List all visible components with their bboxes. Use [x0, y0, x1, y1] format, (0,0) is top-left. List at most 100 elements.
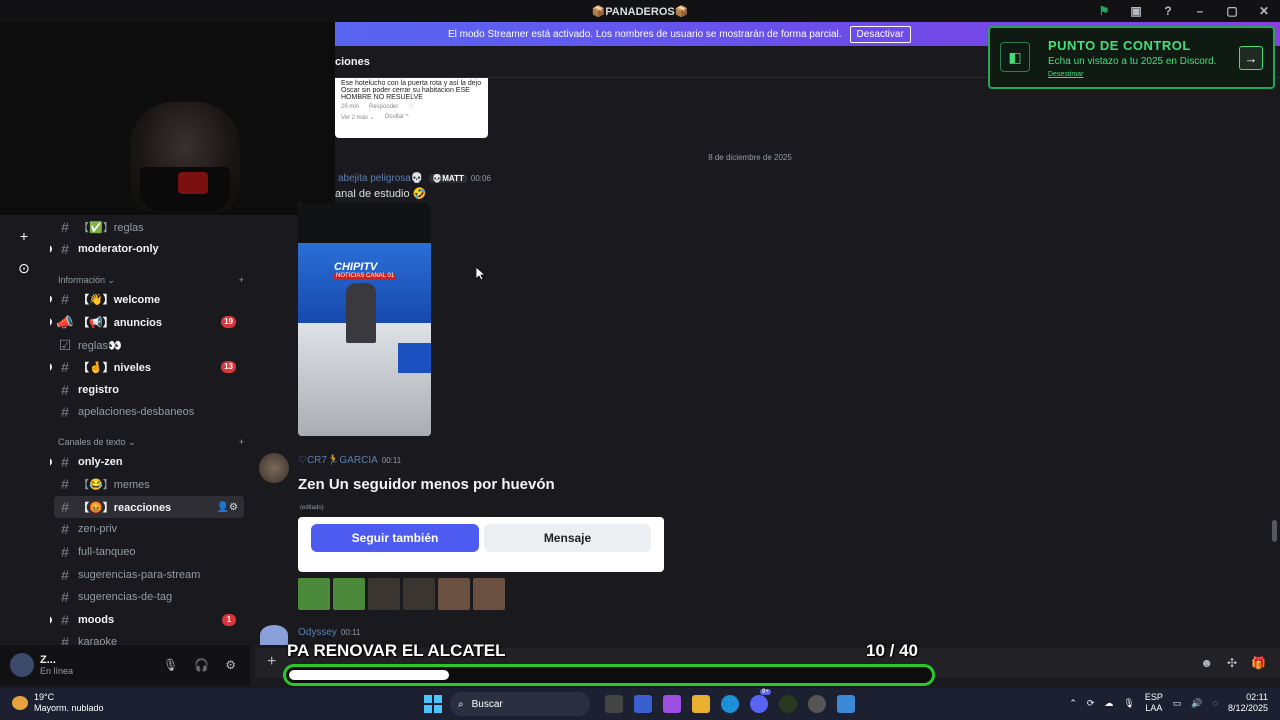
arrow-right-icon[interactable]: →	[1239, 46, 1263, 70]
hash-icon: #	[61, 567, 69, 583]
hash-icon: #	[61, 634, 69, 645]
edge-icon[interactable]	[721, 695, 739, 713]
chevron-up-icon[interactable]: ⌃	[1069, 698, 1077, 709]
edited-label: (editado)	[300, 505, 324, 511]
avatar[interactable]	[260, 625, 288, 645]
sync-icon[interactable]: ⟳	[1087, 698, 1095, 709]
channel-item[interactable]: # 【🤞】niveles 13	[50, 356, 244, 378]
task-view-icon[interactable]	[605, 695, 623, 713]
channel-name: full-tanqueo	[78, 546, 136, 558]
avatar[interactable]	[259, 453, 289, 483]
channel-item[interactable]: # moods 1	[50, 609, 244, 631]
folder-icon[interactable]	[692, 695, 710, 713]
date-divider: 8 de diciembre de 2025	[708, 153, 792, 162]
category-canales-de-texto[interactable]: Canales de texto ⌄ +	[58, 437, 244, 448]
reply-link: Responder	[369, 104, 399, 110]
hash-icon: #	[61, 241, 69, 257]
sticker-icon[interactable]: ☻	[1200, 656, 1213, 670]
channel-item[interactable]: # full-tanqueo	[54, 541, 244, 563]
channel-item[interactable]: # sugerencias-de-tag	[54, 586, 244, 608]
hash-icon: #	[61, 291, 69, 307]
battery-icon[interactable]: ◌	[1213, 698, 1218, 708]
network-icon[interactable]: ▭	[1173, 698, 1182, 709]
close-button[interactable]: ✕	[1248, 4, 1280, 18]
message-button: Mensaje	[484, 524, 651, 552]
channel-item[interactable]: # only-zen	[50, 451, 244, 473]
discord-icon[interactable]	[750, 695, 768, 713]
channel-item[interactable]: # registro	[54, 379, 244, 401]
face-emoji[interactable]	[473, 578, 505, 610]
discover-icon[interactable]: ⊙	[13, 257, 35, 279]
channel-title: ciones	[335, 55, 370, 68]
channel-name: registro	[78, 384, 119, 396]
channel-item[interactable]: # apelaciones-desbaneos	[54, 401, 244, 423]
channel-item[interactable]: ☑ reglas👀	[54, 334, 244, 356]
gift-icon[interactable]: 🎁	[1251, 656, 1266, 670]
start-button[interactable]	[424, 695, 442, 713]
lang-bottom: LAA	[1145, 703, 1163, 713]
channel-item[interactable]: # sugerencias-para-stream	[54, 564, 244, 586]
channel-item[interactable]: # 【✅】reglas	[54, 216, 244, 238]
maximize-button[interactable]: ▢	[1216, 4, 1248, 18]
face-emoji[interactable]	[403, 578, 435, 610]
minimize-button[interactable]: –	[1184, 4, 1216, 18]
microphone-icon[interactable]: 🎙	[1123, 698, 1134, 709]
settings-icon[interactable]: 👤⚙	[217, 502, 238, 513]
attach-icon[interactable]: +	[267, 653, 276, 671]
avatar[interactable]	[10, 653, 34, 677]
channel-name: reglas👀	[78, 339, 122, 352]
channel-item-active[interactable]: # 【😡】reacciones 👤⚙	[54, 496, 244, 518]
goal-title: PA RENOVAR EL ALCATEL	[287, 641, 506, 660]
follow-card: Seguir también Mensaje	[298, 517, 664, 572]
add-server-icon[interactable]: +	[13, 225, 35, 247]
face-emoji[interactable]	[438, 578, 470, 610]
deactivate-button[interactable]: Desactivar	[849, 25, 911, 43]
channel-item[interactable]: # moderator-only	[50, 238, 244, 260]
photos-icon[interactable]	[837, 695, 855, 713]
channel-item[interactable]: # zen-priv	[54, 518, 244, 540]
help-icon[interactable]: ?	[1152, 4, 1184, 18]
search-box[interactable]: ⌕ Buscar	[450, 692, 590, 716]
add-channel-icon[interactable]: +	[239, 437, 244, 448]
inbox-icon[interactable]: ▣	[1120, 4, 1152, 18]
language-indicator[interactable]: ESP LAA	[1145, 692, 1163, 714]
face-emoji[interactable]	[368, 578, 400, 610]
add-channel-icon[interactable]: +	[239, 275, 244, 286]
clock-time: 02:11	[1246, 692, 1268, 702]
clock[interactable]: 02:11 8/12/2025	[1228, 692, 1268, 714]
store-icon[interactable]	[634, 695, 652, 713]
checkpoint-popup[interactable]: ◧ PUNTO DE CONTROL Echa un vistazo a tu …	[988, 26, 1275, 89]
scrollbar-thumb[interactable]	[1272, 520, 1277, 542]
rules-icon: ☑	[58, 336, 72, 353]
channel-name: apelaciones-desbaneos	[78, 406, 195, 418]
cloud-icon[interactable]: ☁	[1104, 698, 1113, 709]
copilot-icon[interactable]	[663, 695, 681, 713]
message-author[interactable]: ♡CR7🏃GARCIA	[298, 455, 378, 466]
microphone-icon[interactable]: 🎙	[163, 658, 178, 672]
message-author[interactable]: Odyssey	[298, 627, 337, 638]
app-icon[interactable]	[779, 695, 797, 713]
channel-item[interactable]: # 【😂】memes	[54, 473, 244, 495]
obs-icon[interactable]	[808, 695, 826, 713]
weather-widget[interactable]: 19°C Mayorm. nublado	[12, 692, 104, 714]
comment-time: 26 min	[341, 104, 360, 110]
channel-item[interactable]: # 【👋】welcome	[50, 288, 244, 310]
goal-progress-bar	[283, 664, 935, 686]
headphones-icon[interactable]: 🎧	[194, 658, 209, 672]
message-text: Zen Un seguidor menos por huevón	[298, 476, 555, 493]
channel-item[interactable]: 📣 【📢】anuncios 19	[50, 311, 244, 333]
windows-taskbar: 19°C Mayorm. nublado ⌕ Buscar 9+ ⌃ ⟳ ☁ 🎙 E…	[0, 688, 1280, 720]
message-header: abejita peligrosa💀 💀MATT 00:06	[338, 173, 491, 184]
flag-icon[interactable]: ⚑	[1088, 4, 1120, 18]
gear-icon[interactable]: ⚙	[225, 658, 236, 672]
channel-item[interactable]: # karaoke	[54, 631, 244, 645]
category-informacion[interactable]: Información ⌄ +	[58, 275, 244, 286]
pepe-emoji[interactable]	[333, 578, 365, 610]
video-thumbnail[interactable]: CHIPITV NOTICIAS CANAL 01	[298, 203, 431, 436]
dismiss-link[interactable]: Desestimar	[1048, 71, 1083, 78]
apps-icon[interactable]: ✣	[1227, 656, 1237, 670]
hash-icon: #	[61, 521, 69, 537]
volume-icon[interactable]: 🔊	[1191, 698, 1202, 709]
message-author[interactable]: abejita peligrosa💀	[338, 173, 423, 184]
pepe-emoji[interactable]	[298, 578, 330, 610]
